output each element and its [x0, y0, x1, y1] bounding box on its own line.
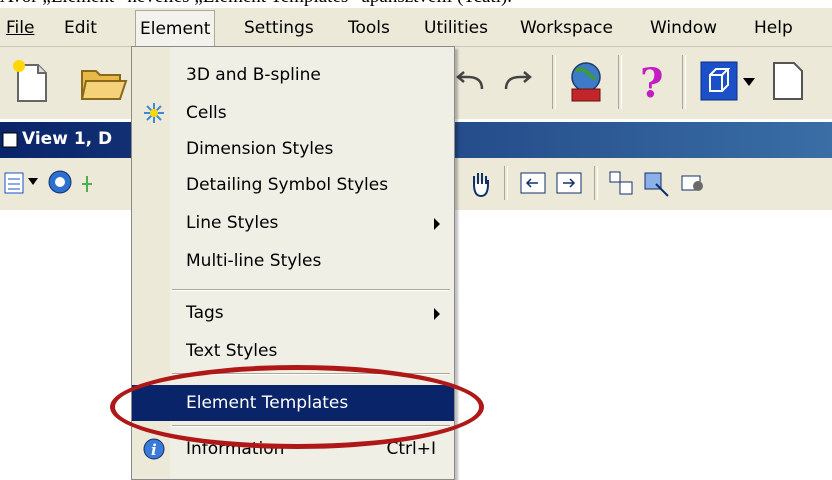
- menu-window[interactable]: Window: [646, 17, 721, 39]
- menu-item-multi-line-styles[interactable]: Multi-line Styles: [132, 243, 454, 279]
- menu-file-label: File: [6, 18, 35, 38]
- submenu-arrow-icon: [434, 308, 440, 320]
- menu-edit[interactable]: Edit: [60, 17, 101, 39]
- menu-separator: [172, 289, 450, 291]
- menu-element-label: Element: [140, 19, 211, 39]
- window-icon: [2, 132, 18, 148]
- globe-book-icon[interactable]: [566, 59, 606, 105]
- chevron-down-icon[interactable]: [742, 77, 756, 87]
- menu-item-label: 3D and B-spline: [186, 65, 321, 85]
- window-layout-icon[interactable]: [608, 170, 634, 196]
- document-icon[interactable]: [768, 61, 808, 101]
- menu-utilities-label: Utilities: [424, 18, 488, 38]
- svg-text:i: i: [151, 441, 157, 459]
- menu-tools[interactable]: Tools: [344, 17, 394, 39]
- menu-item-detailing-symbol-styles[interactable]: Detailing Symbol Styles: [132, 167, 454, 203]
- menu-workspace-label: Workspace: [520, 18, 613, 38]
- help-question-icon[interactable]: ?: [636, 59, 666, 105]
- toolbar-separator: [552, 55, 556, 109]
- menu-item-text-styles[interactable]: Text Styles: [132, 333, 454, 369]
- toolbar-separator: [594, 166, 598, 200]
- menu-item-label: Tags: [186, 303, 224, 323]
- caption-text: Avor „Element” névélies „Element Templat…: [0, 0, 832, 8]
- view-box-icon[interactable]: [700, 61, 738, 101]
- menu-item-label: Detailing Symbol Styles: [186, 175, 389, 195]
- menu-bar: File Edit Element Settings Tools Utiliti…: [0, 8, 832, 47]
- menu-item-label: Text Styles: [186, 341, 278, 361]
- view-next-icon[interactable]: [556, 172, 582, 194]
- view-rotate-icon[interactable]: [44, 168, 76, 200]
- menu-window-label: Window: [650, 18, 718, 38]
- menu-item-label: Line Styles: [186, 213, 279, 233]
- menu-tools-label: Tools: [348, 18, 390, 38]
- menu-settings-label: Settings: [244, 18, 314, 38]
- menu-item-label: Cells: [186, 103, 227, 123]
- menu-element[interactable]: Element: [135, 10, 216, 47]
- view-previous-icon[interactable]: [520, 172, 546, 194]
- menu-help[interactable]: Help: [750, 17, 797, 39]
- camera-view-icon[interactable]: [680, 170, 706, 196]
- redo-icon[interactable]: [502, 71, 534, 95]
- hand-pan-icon[interactable]: [470, 170, 492, 198]
- light-icon[interactable]: [80, 172, 94, 196]
- menu-help-label: Help: [754, 18, 793, 38]
- open-folder-icon[interactable]: [80, 63, 128, 103]
- menu-item-dimension-styles[interactable]: Dimension Styles: [132, 131, 454, 167]
- menu-item-3d-bspline[interactable]: 3D and B-spline: [132, 57, 454, 93]
- undo-icon[interactable]: [454, 71, 486, 95]
- highlight-ellipse: [110, 365, 484, 449]
- chevron-down-icon[interactable]: [28, 178, 38, 186]
- menu-utilities[interactable]: Utilities: [420, 17, 492, 39]
- toolbar-separator: [504, 166, 508, 200]
- toolbar-separator: [682, 55, 686, 109]
- submenu-arrow-icon: [434, 218, 440, 230]
- fit-view-icon[interactable]: [642, 170, 672, 200]
- menu-item-label: Dimension Styles: [186, 139, 334, 159]
- menu-item-line-styles[interactable]: Line Styles: [132, 205, 454, 241]
- new-file-icon[interactable]: [10, 57, 52, 105]
- menu-file[interactable]: File: [2, 17, 38, 39]
- view-list-icon[interactable]: [4, 170, 26, 196]
- menu-edit-label: Edit: [64, 18, 97, 38]
- info-icon: i: [143, 438, 165, 460]
- cells-icon: [144, 103, 164, 123]
- menu-settings[interactable]: Settings: [240, 17, 318, 39]
- menu-item-cells[interactable]: Cells: [132, 95, 454, 131]
- view-window-title: View 1, D: [22, 129, 113, 149]
- menu-workspace[interactable]: Workspace: [516, 17, 617, 39]
- svg-text:?: ?: [640, 60, 663, 105]
- menu-item-tags[interactable]: Tags: [132, 295, 454, 331]
- menu-item-label: Multi-line Styles: [186, 251, 322, 271]
- toolbar-separator: [618, 55, 622, 109]
